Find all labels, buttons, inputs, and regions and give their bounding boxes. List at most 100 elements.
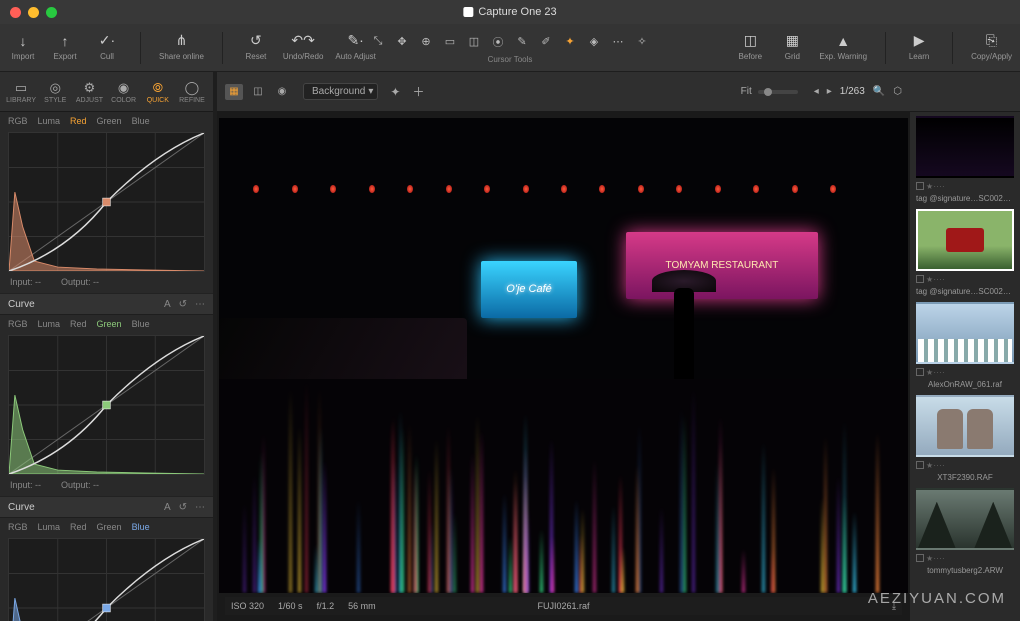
tool-tab-quick[interactable]: ⦾QUICK: [141, 76, 175, 108]
add-button[interactable]: ＋: [412, 83, 424, 100]
toolbar-reset-button[interactable]: ↺Reset: [241, 32, 271, 64]
app-title: Capture One 23: [463, 6, 556, 18]
channel-green[interactable]: Green: [97, 319, 122, 329]
cursor-tool-3[interactable]: ▭: [439, 32, 461, 52]
toolbar-share-online-button[interactable]: ⋔Share online: [159, 32, 204, 64]
close-window-button[interactable]: [10, 7, 21, 18]
refine-icon: ◯: [184, 80, 200, 96]
cursor-tool-7[interactable]: ✐: [535, 32, 557, 52]
thumbnail-rating[interactable]: ★ · · · ·: [916, 273, 1014, 285]
thumbnail-rating[interactable]: ★ · · · ·: [916, 459, 1014, 471]
thumbnail-image[interactable]: [916, 116, 1014, 178]
import-icon: ↓: [14, 32, 32, 50]
cursor-tool-11[interactable]: ✧: [631, 32, 653, 52]
channel-luma[interactable]: Luma: [38, 319, 61, 329]
view-single-icon[interactable]: ▦: [225, 84, 243, 100]
channel-luma[interactable]: Luma: [38, 522, 61, 532]
viewer: ▦ ◫ ◉ Background ✦ ＋ Fit ◂▸ 1/263 🔍 ⬡: [217, 72, 910, 621]
tool-tab-style[interactable]: ◎STYLE: [38, 76, 72, 108]
channel-blue[interactable]: Blue: [132, 116, 150, 126]
toolbar-before-button[interactable]: ◫Before: [735, 32, 765, 64]
panel-menu-icon[interactable]: ⋯: [195, 502, 205, 513]
image-stage[interactable]: O'je Café TOMYAM RESTAURANT ISO 320 1/60…: [217, 112, 910, 621]
nav-back-icon[interactable]: ◂: [814, 86, 819, 97]
view-proof-icon[interactable]: ◉: [273, 84, 291, 100]
thumbnail-image[interactable]: [916, 488, 1014, 550]
tool-tab-library[interactable]: ▭LIBRARY: [4, 76, 38, 108]
browser-header: [910, 72, 1020, 112]
cursor-tool-10[interactable]: ⋯: [607, 32, 629, 52]
toolbar-learn-button[interactable]: ▶Learn: [904, 32, 934, 64]
cursor-tool-2[interactable]: ⊕: [415, 32, 437, 52]
toolbar-cull-button[interactable]: ✓·Cull: [92, 32, 122, 64]
loupe-icon[interactable]: 🔍: [873, 86, 885, 97]
tool-tab-refine[interactable]: ◯REFINE: [175, 76, 209, 108]
thumbnail[interactable]: ★ · · · · tag @signature…SC00231.ARW: [916, 209, 1014, 296]
variant-select[interactable]: Background: [303, 83, 378, 100]
curve-editor[interactable]: [8, 335, 205, 475]
panel-auto-icon[interactable]: A: [164, 502, 171, 513]
cull-icon: ✓·: [98, 32, 116, 50]
channel-green[interactable]: Green: [97, 116, 122, 126]
channel-luma[interactable]: Luma: [38, 116, 61, 126]
curve-editor[interactable]: [8, 538, 205, 621]
toolbar-exp-warning-button[interactable]: ▲Exp. Warning: [819, 32, 867, 64]
cursor-tool-4[interactable]: ◫: [463, 32, 485, 52]
toolbar-undo-redo-button[interactable]: ↶↷Undo/Redo: [283, 32, 323, 64]
thumbnail-rating[interactable]: ★ · · · ·: [916, 552, 1014, 564]
tool-tab-adjust[interactable]: ⚙ADJUST: [72, 76, 106, 108]
channel-blue[interactable]: Blue: [132, 319, 150, 329]
thumbnail[interactable]: ★ · · · · XT3F2390.RAF: [916, 395, 1014, 482]
channel-red[interactable]: Red: [70, 116, 87, 126]
tool-panel: ▭LIBRARY◎STYLE⚙ADJUST◉COLOR⦾QUICK◯REFINE…: [0, 72, 213, 621]
thumbnail-image[interactable]: [916, 302, 1014, 364]
cursor-tool-0[interactable]: ⤡: [367, 32, 389, 52]
channel-red[interactable]: Red: [70, 522, 87, 532]
zoom-window-button[interactable]: [46, 7, 57, 18]
thumbnail[interactable]: ★ · · · · tommytusberg2.ARW: [916, 488, 1014, 575]
cursor-tool-8[interactable]: ✦: [559, 32, 581, 52]
thumbnail[interactable]: ★ · · · · AlexOnRAW_061.raf: [916, 302, 1014, 389]
channel-rgb[interactable]: RGB: [8, 319, 28, 329]
zoom-slider[interactable]: [758, 90, 798, 94]
channel-rgb[interactable]: RGB: [8, 116, 28, 126]
cursor-tool-5[interactable]: ⦿: [487, 32, 509, 52]
channel-green[interactable]: Green: [97, 522, 122, 532]
share online-icon: ⋔: [172, 32, 190, 50]
toolbar-import-button[interactable]: ↓Import: [8, 32, 38, 64]
add-variant-button[interactable]: ✦: [390, 85, 400, 99]
view-grid-icon[interactable]: ◫: [249, 84, 267, 100]
auto adjust-icon: ✎·: [347, 32, 365, 50]
cursor-tool-6[interactable]: ✎: [511, 32, 533, 52]
nav-fwd-icon[interactable]: ▸: [827, 86, 832, 97]
thumbnail-rating[interactable]: ★ · · · ·: [916, 180, 1014, 192]
zoom-fit-label[interactable]: Fit: [741, 86, 752, 97]
thumbnail-image[interactable]: [916, 209, 1014, 271]
thumbnail-rating[interactable]: ★ · · · ·: [916, 366, 1014, 378]
toolbar-copy-apply-button[interactable]: ⎘Copy/Apply: [971, 32, 1012, 64]
cursor-tool-9[interactable]: ◈: [583, 32, 605, 52]
exif-shutter: 1/60 s: [278, 601, 303, 611]
tool-tab-color[interactable]: ◉COLOR: [107, 76, 141, 108]
panel-auto-icon[interactable]: A: [164, 299, 171, 310]
curve-editor[interactable]: [8, 132, 205, 272]
main-toolbar: ↓Import ↑Export ✓·Cull ⋔Share online ↺Reset ↶…: [0, 24, 1020, 72]
channel-red[interactable]: Red: [70, 319, 87, 329]
honeycomb-icon[interactable]: ⬡: [893, 86, 902, 97]
thumbnail[interactable]: ★ · · · · tag @signature…SC00231.ARW: [916, 116, 1014, 203]
panel-reset-icon[interactable]: ↺: [179, 502, 187, 513]
thumbnail-filename: tag @signature…SC00231.ARW: [916, 194, 1014, 203]
document-icon: [463, 7, 473, 17]
panel-menu-icon[interactable]: ⋯: [195, 299, 205, 310]
thumbnail-image[interactable]: [916, 395, 1014, 457]
panel-reset-icon[interactable]: ↺: [179, 299, 187, 310]
minimize-window-button[interactable]: [28, 7, 39, 18]
adjust-icon: ⚙: [81, 80, 97, 96]
cursor-tool-1[interactable]: ✥: [391, 32, 413, 52]
channel-blue[interactable]: Blue: [132, 522, 150, 532]
toolbar-export-button[interactable]: ↑Export: [50, 32, 80, 64]
style-icon: ◎: [47, 80, 63, 96]
channel-rgb[interactable]: RGB: [8, 522, 28, 532]
toolbar-grid-button[interactable]: ▦Grid: [777, 32, 807, 64]
download-icon[interactable]: ⤓: [892, 601, 896, 612]
